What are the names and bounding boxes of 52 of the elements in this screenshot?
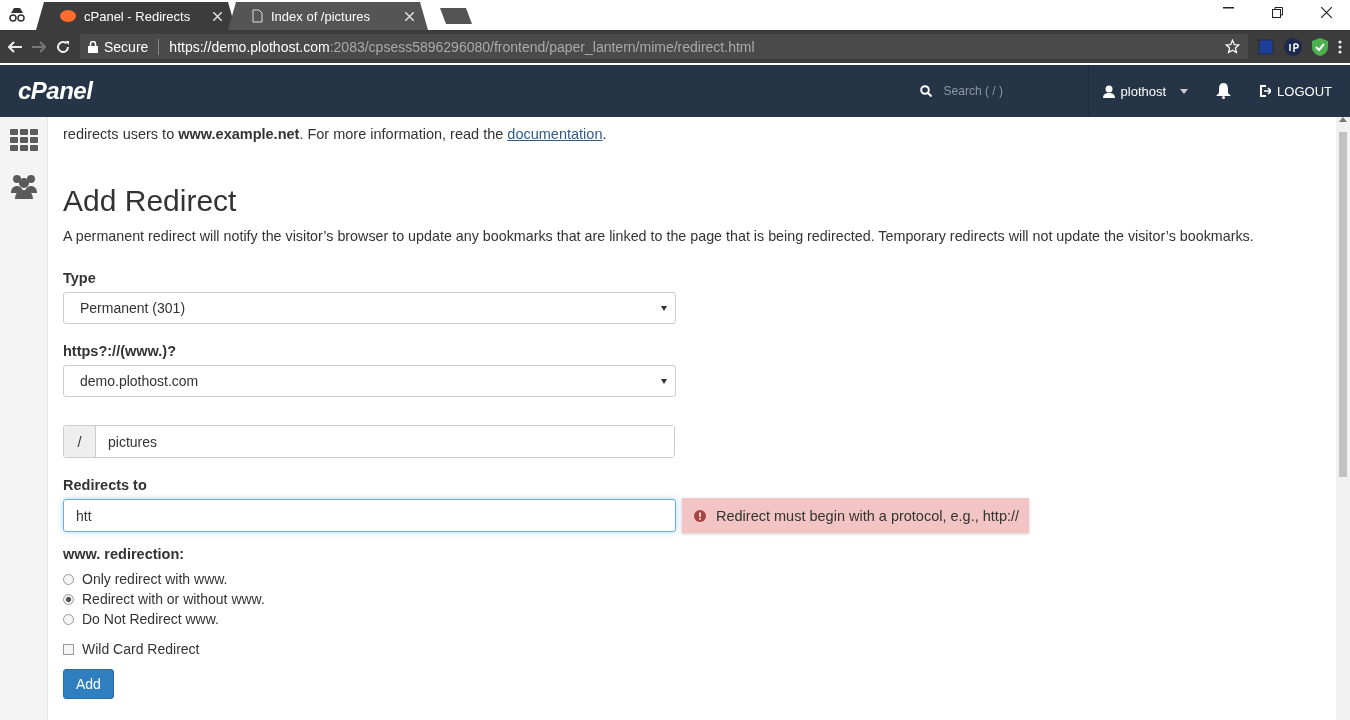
domain-select[interactable]: demo.plothost.com — [63, 365, 676, 397]
menu-icon[interactable] — [1338, 39, 1342, 54]
error-message: Redirect must begin with a protocol, e.g., http:// — [682, 498, 1030, 533]
intro-text: redirects users to www.example.net. For more information, read the documentation. — [63, 125, 608, 143]
url-text: https://demo.plothost.com:2083/cpsess5896296080/frontend/paper_lantern/mime/redirect.html — [169, 38, 755, 55]
address-bar[interactable]: Secure https://demo.plothost.com:2083/cpsess5896296080/frontend/paper_lantern/mime/redirect.html — [80, 34, 1248, 59]
incognito-icon — [8, 8, 26, 22]
secure-label: Secure — [104, 38, 149, 55]
browser-tab[interactable]: Index of /pictures — [228, 2, 428, 30]
page-title: Add Redirect — [63, 183, 238, 219]
user-icon — [1102, 84, 1115, 98]
back-icon[interactable] — [8, 40, 22, 53]
new-tab-icon[interactable] — [440, 8, 474, 24]
page-icon — [252, 9, 263, 23]
type-select[interactable]: Permanent (301) — [63, 292, 676, 324]
forward-icon[interactable] — [32, 40, 46, 53]
redirect-url-field[interactable]: htt — [63, 499, 676, 532]
field-label: www. redirection: — [63, 545, 186, 563]
search-field[interactable]: Search ( / ) — [941, 83, 1052, 99]
lock-icon — [88, 40, 98, 53]
cpanel-logo[interactable]: cPanel — [18, 77, 93, 105]
field-label: Redirects to — [63, 476, 148, 494]
caret-icon — [661, 305, 667, 311]
minimize-icon[interactable] — [1223, 7, 1234, 9]
field-label: https?://(www.)? — [63, 342, 178, 360]
star-icon[interactable] — [1225, 39, 1240, 54]
close-icon[interactable] — [1321, 7, 1332, 18]
reload-icon[interactable] — [56, 39, 70, 54]
wildcard-checkbox[interactable]: Wild Card Redirect — [63, 639, 1336, 659]
documentation-link[interactable]: documentation — [507, 126, 603, 142]
ip-extension-icon[interactable] — [1284, 37, 1302, 56]
add-button[interactable]: Add — [63, 669, 114, 699]
users-icon[interactable] — [8, 173, 39, 199]
path-field[interactable]: / pictures — [63, 425, 675, 458]
grid-icon[interactable] — [9, 129, 38, 151]
alert-icon — [694, 509, 706, 522]
description-text: A permanent redirect will notify the visitor’s browser to update any bookmarks that are linked to the page that is being redirected. Temporary redirects will not update the visitor’s bookmarks. — [63, 227, 1255, 245]
shield-icon[interactable] — [1312, 37, 1328, 56]
bell-icon[interactable] — [1216, 83, 1232, 99]
logout-link[interactable]: LOGOUT — [1245, 65, 1350, 117]
logo-icon — [60, 10, 76, 22]
field-label: Type — [63, 269, 97, 287]
radio-option[interactable]: Redirect with or without www. — [63, 589, 1336, 609]
caret-icon — [661, 378, 667, 384]
search-icon — [919, 85, 932, 97]
restore-icon[interactable] — [1272, 7, 1283, 18]
logout-icon — [1259, 85, 1272, 97]
radio-option[interactable]: Do Not Redirect www. — [63, 609, 1336, 629]
user-menu[interactable]: plothost — [1087, 65, 1203, 117]
caret-icon — [1180, 88, 1189, 94]
scrollbar-thumb[interactable] — [1339, 132, 1347, 477]
radio-option[interactable]: Only redirect with www. — [63, 569, 1336, 589]
